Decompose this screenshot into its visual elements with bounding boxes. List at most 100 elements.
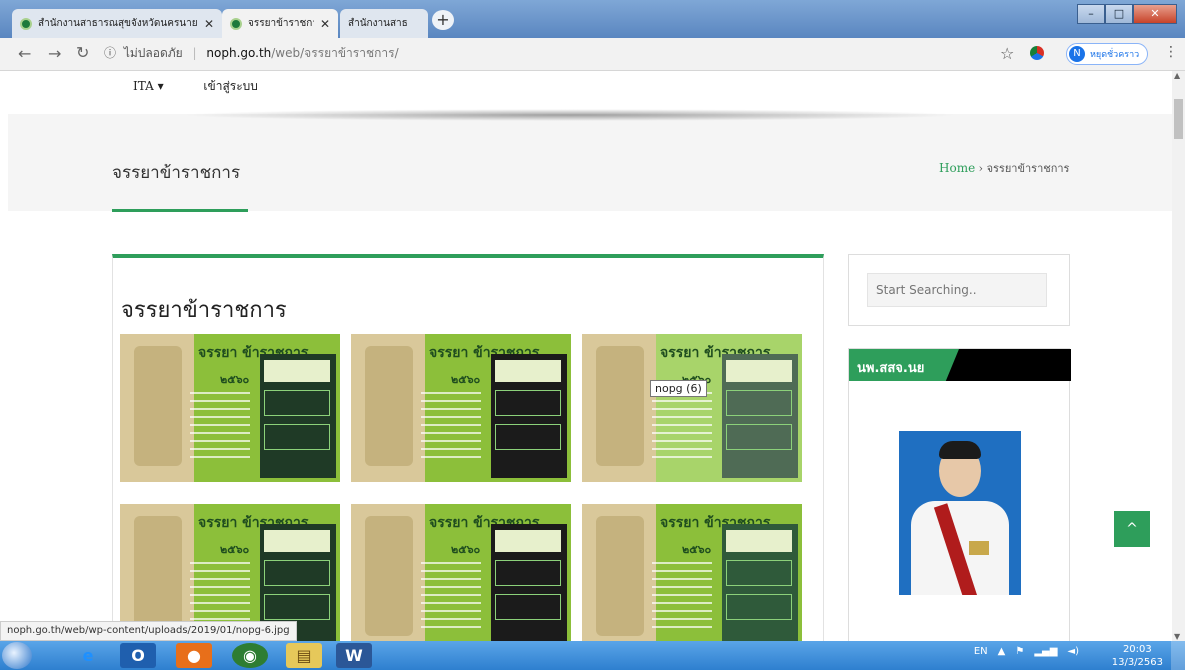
maximize-button[interactable]: □ [1105,4,1133,24]
title-underline [112,209,248,212]
start-button[interactable] [2,642,32,669]
thumbnail-year: ๒๕๖๐ [682,543,712,556]
firefox-icon[interactable]: ● [176,643,212,668]
director-widget: นพ.สสจ.นย [848,348,1071,641]
gallery-thumbnail[interactable]: จรรยา ข้าราชการ ๒๕๖๐ [351,504,571,641]
header-shadow [180,109,960,121]
card-title: จรรยาข้าราชการ [121,298,287,323]
thumbnail-panel-box [264,424,330,450]
language-indicator[interactable]: EN [974,646,988,657]
close-window-button[interactable]: ✕ [1133,4,1177,24]
thumbnail-text-lines [190,392,250,462]
breadcrumb: Home › จรรยาข้าราชการ [939,159,1069,177]
browser-menu-icon[interactable]: ⋮ [1164,44,1178,60]
back-icon[interactable]: ← [18,44,31,63]
uniform-graphic [596,516,644,636]
profile-label: หยุดชั่วคราว [1090,50,1140,60]
reload-icon[interactable]: ↻ [76,43,89,62]
avatar: N [1069,46,1085,62]
thumbnail-panel-box [264,390,330,416]
site-favicon-icon [230,17,242,30]
director-portrait[interactable] [899,431,1021,595]
tab-title: สำนักงานสาธ [348,18,408,29]
page-viewport: ITA ▾ เข้าสู่ระบบ จรรยาข้าราชการ Home › … [0,71,1172,641]
gallery-thumbnail[interactable]: จรรยา ข้าราชการ ๒๕๖๐ [120,334,340,482]
thumbnail-panel [722,354,798,478]
scrollbar-thumb[interactable] [1174,99,1183,139]
divider: | [192,46,197,60]
profile-button[interactable]: N หยุดชั่วคราว [1066,43,1149,65]
network-icon[interactable]: ▂▄▆ [1034,646,1057,657]
scroll-up-icon[interactable]: ▲ [1174,71,1180,80]
tray-expand-icon[interactable]: ▲ [998,646,1006,657]
new-tab-button[interactable]: + [432,10,454,30]
image-tooltip: nopg (6) [650,380,707,397]
gallery-thumbnail[interactable]: จรรยา ข้าราชการ ๒๕๖๐ [582,334,802,482]
top-navigation: ITA ▾ เข้าสู่ระบบ [133,77,294,96]
thumbnail-year: ๒๕๖๐ [451,543,481,556]
thumbnail-panel-box [495,560,561,586]
thumbnail-panel-bar [726,530,792,552]
word-icon[interactable]: W [336,643,372,668]
scroll-down-icon[interactable]: ▼ [1174,632,1180,641]
thumbnail-text-lines [652,392,712,462]
thumbnail-panel [491,524,567,641]
close-tab-icon[interactable]: ✕ [320,17,330,31]
extension-icon[interactable] [1030,46,1044,60]
thumbnail-panel-bar [726,360,792,382]
search-input[interactable] [867,273,1047,307]
site-favicon-icon [20,17,32,30]
page-title: จรรยาข้าราชการ [112,163,241,183]
windows-taskbar: e O ● ◉ ▤ W EN ▲ ⚑ ▂▄▆ ◄) 20:03 13/3/256… [0,641,1185,670]
widget-header: นพ.สสจ.นย [849,349,1071,381]
thumbnail-panel-bar [495,360,561,382]
thumbnail-panel [491,354,567,478]
thumbnail-text-lines [421,392,481,462]
url-host: noph.go.th [206,46,272,60]
breadcrumb-home-link[interactable]: Home [939,161,975,175]
gallery-thumbnail[interactable]: จรรยา ข้าราชการ ๒๕๖๐ [351,334,571,482]
flag-icon[interactable]: ⚑ [1015,646,1024,657]
url-field[interactable]: ⓘ ไม่ปลอดภัย | noph.go.th/web/จรรยาข้ารา… [104,44,399,63]
nav-item-login[interactable]: เข้าสู่ระบบ [203,79,258,93]
page-scrollbar[interactable]: ▲ ▼ [1172,71,1185,641]
thumbnail-panel-box [726,594,792,620]
thumbnail-panel-box [726,424,792,450]
window-controls: – □ ✕ [1077,4,1177,24]
close-tab-icon[interactable]: ✕ [204,17,214,31]
show-desktop-button[interactable] [1171,641,1185,670]
back-to-top-button[interactable]: ^ [1114,511,1150,547]
clock-time: 20:03 [1122,644,1152,655]
thumbnail-panel-box [726,560,792,586]
clock[interactable]: 20:03 13/3/2563 [1112,643,1163,669]
browser-tab-2[interactable]: จรรยาข้าราชการ – ✕ [222,9,338,38]
security-label: ไม่ปลอดภัย [123,46,183,60]
nav-item-ita[interactable]: ITA ▾ [133,79,164,93]
thumbnail-panel-box [726,390,792,416]
minimize-button[interactable]: – [1077,4,1105,24]
thumbnail-panel-box [495,390,561,416]
tab-title: สำนักงานสาธารณสุขจังหวัดนครนายก [38,18,198,29]
thumbnail-year: ๒๕๖๐ [451,373,481,386]
address-bar: ← → ↻ ⓘ ไม่ปลอดภัย | noph.go.th/web/จรรย… [0,38,1185,71]
thumbnail-year: ๒๕๖๐ [220,373,250,386]
outlook-icon[interactable]: O [120,643,156,668]
thumbnail-year: ๒๕๖๐ [220,543,250,556]
volume-icon[interactable]: ◄) [1067,646,1079,657]
bookmark-star-icon[interactable]: ☆ [1000,44,1014,63]
forward-icon[interactable]: → [48,44,61,63]
thumbnail-panel-box [495,594,561,620]
chrome-icon[interactable]: ◉ [232,643,268,668]
breadcrumb-current: จรรยาข้าราชการ [986,162,1070,175]
browser-tab-3[interactable]: สำนักงานสาธ [340,9,428,38]
explorer-icon[interactable]: ▤ [286,643,322,668]
uniform-graphic [365,346,413,466]
ie-icon[interactable]: e [70,643,106,668]
info-icon[interactable]: ⓘ [104,46,116,60]
thumbnail-panel-bar [264,530,330,552]
gallery-thumbnail[interactable]: จรรยา ข้าราชการ ๒๕๖๐ [582,504,802,641]
portrait-hair [939,441,981,459]
uniform-graphic [596,346,644,466]
browser-tab-1[interactable]: สำนักงานสาธารณสุขจังหวัดนครนายก ✕ [12,9,222,38]
thumbnail-panel-bar [264,360,330,382]
